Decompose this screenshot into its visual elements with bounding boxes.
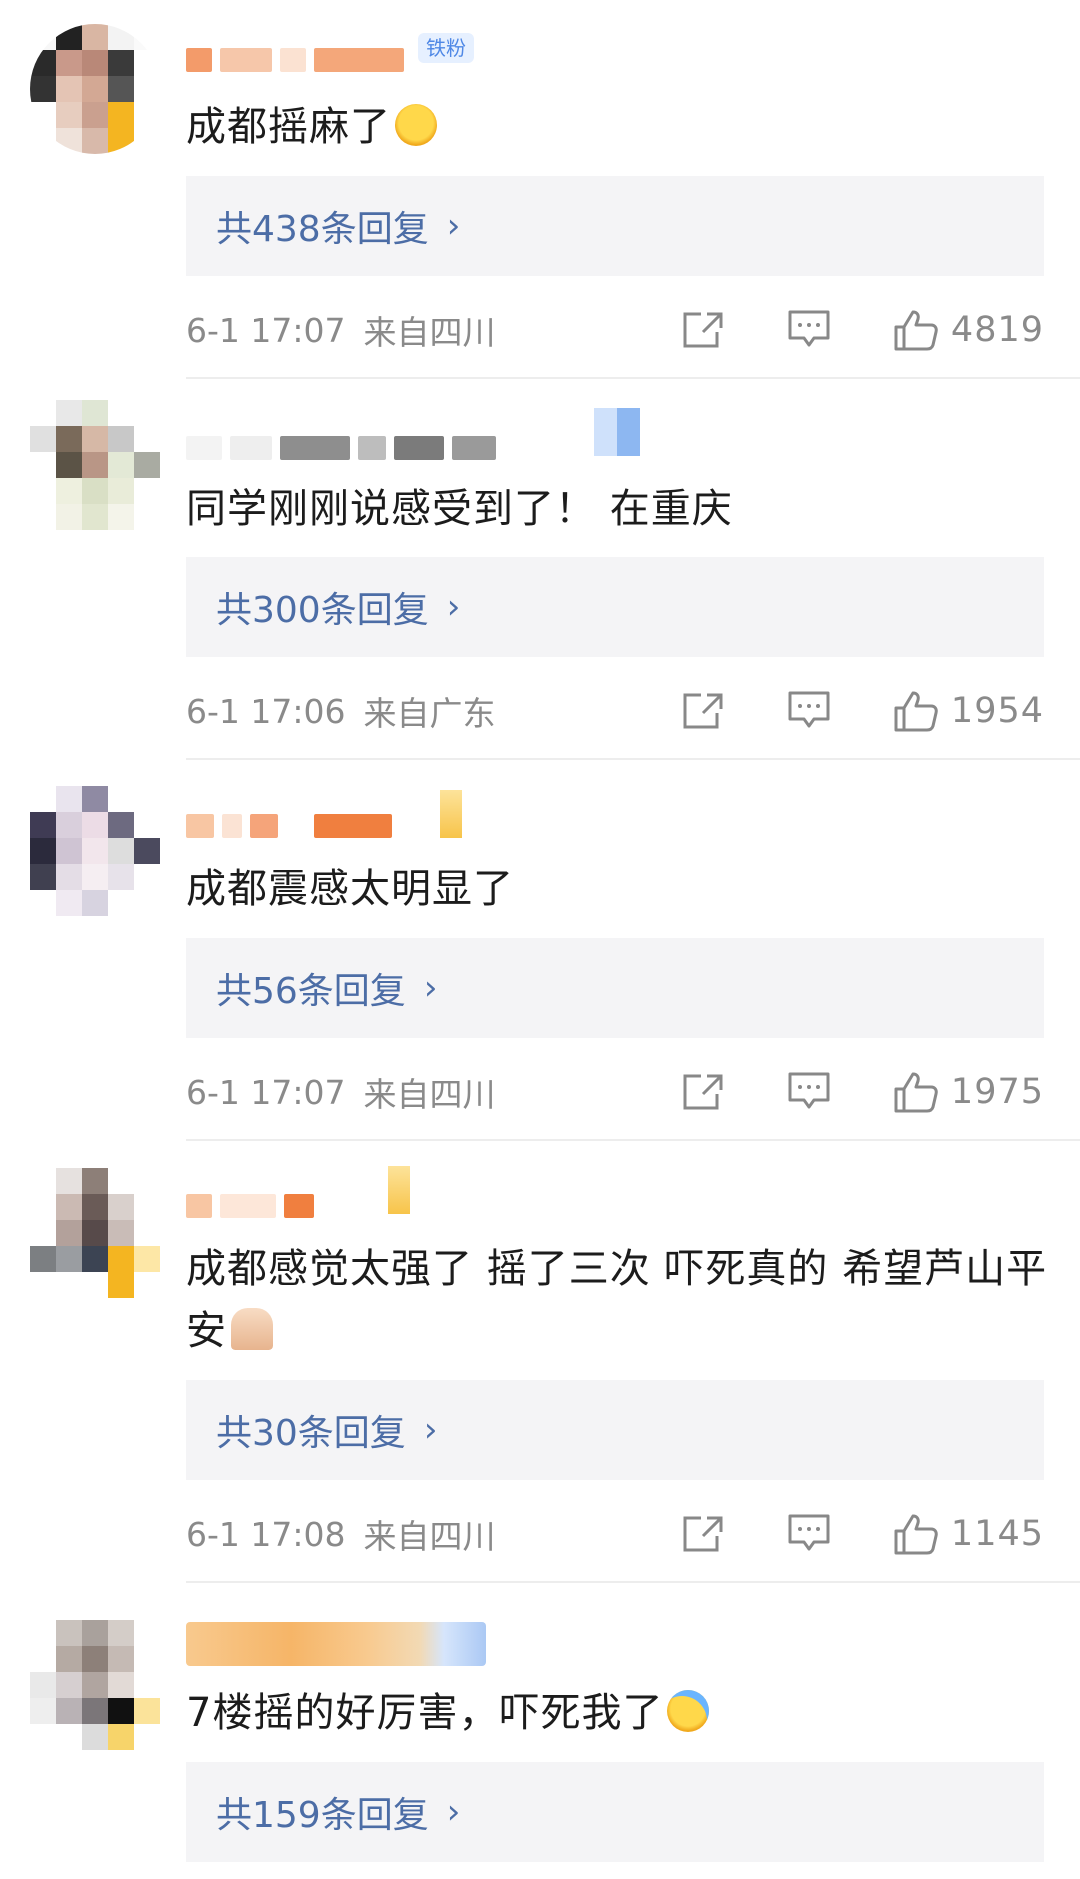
chevron-right-icon: › — [423, 1410, 438, 1450]
username-blurred[interactable] — [186, 40, 404, 80]
share-button[interactable] — [681, 1514, 725, 1554]
comment-button[interactable] — [787, 690, 831, 732]
location: 来自四川 — [363, 1517, 496, 1556]
replies-link[interactable]: 共30条回复 › — [186, 1380, 1044, 1480]
thumbs-up-icon — [894, 1514, 938, 1555]
pray-emoji-icon — [231, 1308, 273, 1350]
comment-icon — [788, 1072, 830, 1109]
comment-text: 成都摇麻了 — [186, 96, 1056, 158]
comment-text: 7楼摇的好厉害，吓死我了 — [186, 1682, 1056, 1744]
like-count: 1954 — [950, 691, 1044, 731]
replies-count: 共438条回复 — [216, 209, 429, 250]
comment-text: 同学刚刚说感受到了！ 在重庆 — [186, 478, 1056, 540]
share-button[interactable] — [681, 310, 725, 350]
like-count: 1975 — [950, 1072, 1044, 1112]
username-blurred[interactable] — [186, 428, 496, 468]
comment-icon — [788, 691, 830, 728]
comment-text-content: 成都震感太明显了 — [186, 866, 514, 912]
replies-link[interactable]: 共438条回复 › — [186, 176, 1044, 276]
comment-button[interactable] — [787, 1513, 831, 1555]
chevron-right-icon: › — [446, 587, 461, 627]
replies-count: 共30条回复 — [216, 1413, 406, 1454]
comment-icon — [788, 310, 830, 347]
replies-count: 共159条回复 — [216, 1795, 429, 1836]
comment-text: 成都感觉太强了 摇了三次 吓死真的 希望芦山平安 — [186, 1238, 1056, 1362]
replies-count: 共56条回复 — [216, 971, 406, 1012]
thumbs-up-icon — [894, 1072, 938, 1113]
timestamp: 6-1 17:07 — [186, 310, 346, 350]
comment-text-content: 同学刚刚说感受到了！ 在重庆 — [186, 486, 733, 532]
share-button[interactable] — [681, 691, 725, 731]
avatar[interactable] — [30, 1620, 160, 1750]
avatar[interactable] — [30, 1168, 160, 1298]
comment-button[interactable] — [787, 309, 831, 351]
share-button[interactable] — [681, 1072, 725, 1112]
badge-blurred — [388, 1166, 410, 1214]
divider — [186, 377, 1080, 379]
thumbs-up-icon — [894, 310, 938, 351]
chevron-right-icon: › — [423, 968, 438, 1008]
comment-icon — [788, 1514, 830, 1551]
location: 来自四川 — [363, 313, 496, 352]
like-count: 1145 — [950, 1514, 1044, 1554]
username-blurred[interactable] — [186, 1186, 314, 1226]
location: 来自四川 — [363, 1075, 496, 1114]
replies-link[interactable]: 共56条回复 › — [186, 938, 1044, 1038]
fan-badge: 铁粉 — [418, 33, 474, 63]
comment-text-content: 成都摇麻了 — [186, 104, 391, 150]
replies-link[interactable]: 共300条回复 › — [186, 557, 1044, 657]
action-bar: 4819 — [681, 300, 1044, 360]
comment-meta: 6-1 17:07 来自四川 4819 — [186, 300, 1044, 360]
action-bar: 1954 — [681, 681, 1044, 741]
divider — [186, 758, 1080, 760]
comment-meta: 6-1 17:08 来自四川 1145 — [186, 1504, 1044, 1564]
like-button[interactable]: 1145 — [893, 1512, 1044, 1556]
share-icon — [683, 693, 723, 729]
username-blurred[interactable] — [186, 806, 392, 846]
replies-link[interactable]: 共159条回复 › — [186, 1762, 1044, 1862]
avatar[interactable] — [30, 786, 160, 916]
comment-meta: 6-1 17:07 来自四川 1975 — [186, 1062, 1044, 1122]
comment-text-content: 7楼摇的好厉害，吓死我了 — [186, 1690, 664, 1736]
chevron-right-icon: › — [446, 1792, 461, 1832]
avatar[interactable] — [30, 24, 160, 154]
badge-blurred — [440, 790, 462, 838]
comment-text-content: 成都感觉太强了 摇了三次 吓死真的 希望芦山平安 — [186, 1246, 1048, 1354]
comment-meta: 6-1 17:06 来自广东 1954 — [186, 681, 1044, 741]
timestamp: 6-1 17:07 — [186, 1072, 346, 1112]
divider — [186, 1581, 1080, 1583]
comment-text: 成都震感太明显了 — [186, 858, 1056, 920]
thumbs-up-icon — [894, 691, 938, 732]
action-bar: 1145 — [681, 1504, 1044, 1564]
avatar[interactable] — [30, 400, 160, 530]
username-blurred[interactable] — [186, 1622, 486, 1666]
location: 来自广东 — [363, 694, 496, 733]
like-button[interactable]: 4819 — [893, 308, 1044, 352]
share-icon — [683, 1074, 723, 1110]
action-bar: 1975 — [681, 1062, 1044, 1122]
laughing-crying-emoji-icon — [395, 104, 437, 146]
like-count: 4819 — [950, 310, 1044, 350]
chevron-right-icon: › — [446, 206, 461, 246]
share-icon — [683, 1516, 723, 1552]
like-button[interactable]: 1954 — [893, 689, 1044, 733]
replies-count: 共300条回复 — [216, 590, 429, 631]
timestamp: 6-1 17:06 — [186, 691, 346, 731]
crying-emoji-icon — [667, 1690, 710, 1732]
like-button[interactable]: 1975 — [893, 1070, 1044, 1114]
badge-blurred — [594, 408, 640, 456]
timestamp: 6-1 17:08 — [186, 1514, 346, 1554]
comment-button[interactable] — [787, 1071, 831, 1113]
divider — [186, 1139, 1080, 1141]
share-icon — [683, 312, 723, 348]
